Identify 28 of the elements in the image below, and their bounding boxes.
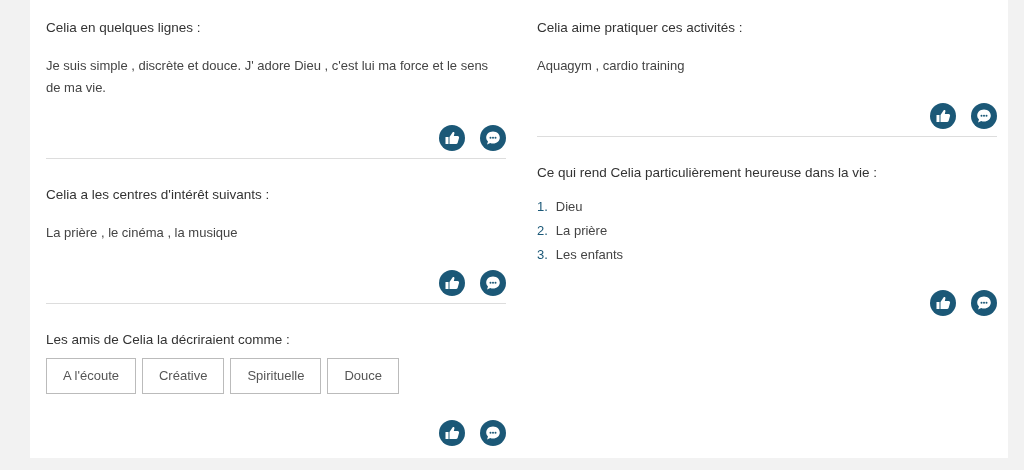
comment-icon[interactable] <box>480 270 506 296</box>
comment-icon[interactable] <box>480 420 506 446</box>
section-heading: Celia en quelques lignes : <box>46 19 202 37</box>
section-text: Aquagym , cardio training <box>537 57 686 75</box>
like-icon[interactable] <box>439 270 465 296</box>
list-item: La prière <box>555 222 608 240</box>
like-icon[interactable] <box>439 125 465 151</box>
trait-tag: Douce <box>327 358 400 394</box>
trait-tag: Spirituelle <box>230 358 322 394</box>
comment-icon[interactable] <box>971 103 997 129</box>
section-text: La prière , le cinéma , la musique <box>46 224 239 242</box>
trait-tag: A l'écoute <box>46 358 136 394</box>
comment-icon[interactable] <box>480 125 506 151</box>
section-heading: Les amis de Celia la décriraient comme : <box>46 331 291 349</box>
section-heading: Ce qui rend Celia particulièrement heureuse dans la vie : <box>537 164 878 182</box>
trait-tag: Créative <box>141 358 225 394</box>
section-heading: Celia a les centres d'intérêt suivants : <box>46 186 271 204</box>
like-icon[interactable] <box>439 420 465 446</box>
comment-icon[interactable] <box>971 290 997 316</box>
like-icon[interactable] <box>930 103 956 129</box>
list-number: 2. <box>537 222 548 240</box>
section-heading: Celia aime pratiquer ces activités : <box>537 19 744 37</box>
list-number: 3. <box>537 246 548 264</box>
list-number: 1. <box>537 198 548 216</box>
like-icon[interactable] <box>930 290 956 316</box>
list-item: Les enfants <box>555 246 624 264</box>
list-item: Dieu <box>555 198 583 216</box>
section-text: Je suis simple , discrète et douce. J' adore Dieu , c'est lui ma force et le sens de ma vie. <box>46 57 490 97</box>
